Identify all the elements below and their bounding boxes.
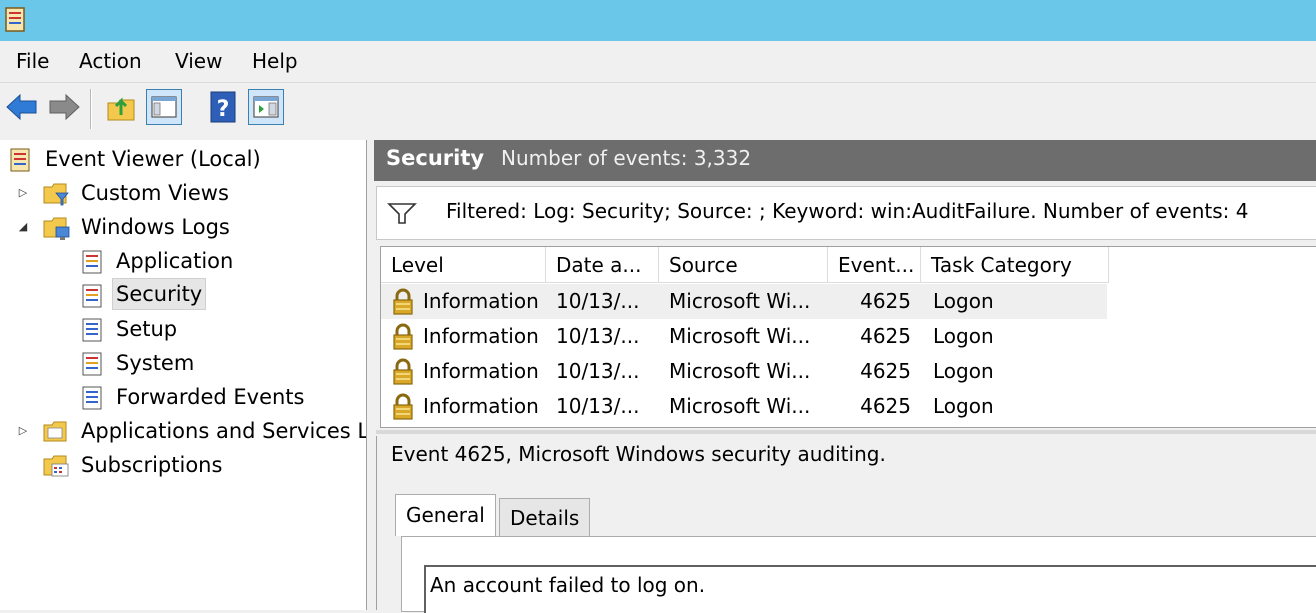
tree-label: Application: [116, 249, 234, 273]
filter-folder-icon: [42, 181, 69, 207]
cell-date: 10/13/...: [556, 394, 640, 418]
event-viewer-icon: [8, 147, 34, 173]
log-file-icon: [80, 385, 106, 411]
column-header-event-id[interactable]: Event...: [828, 247, 921, 283]
expand-arrow-icon[interactable]: ▷: [16, 415, 30, 447]
help-icon[interactable]: ?: [206, 89, 242, 125]
windows-folder-icon: [42, 215, 70, 241]
tree-label: Custom Views: [81, 181, 229, 205]
column-header-date[interactable]: Date a...: [546, 247, 659, 283]
log-file-icon: [80, 317, 106, 343]
audit-lock-icon: [391, 393, 415, 426]
expand-arrow-icon[interactable]: ▷: [16, 177, 30, 209]
forward-arrow-icon[interactable]: [46, 89, 82, 125]
event-count: Number of events: 3,332: [501, 146, 752, 170]
console-tree: Event Viewer (Local) ▷ Custom Views ◢ Wi…: [0, 140, 367, 610]
toolbar: ?: [0, 83, 1316, 138]
svg-text:?: ?: [217, 97, 230, 122]
column-header-level[interactable]: Level: [381, 247, 546, 283]
audit-lock-icon: [391, 288, 415, 321]
log-title: Security: [386, 146, 485, 170]
tree-label: System: [116, 351, 195, 375]
table-row[interactable]: Information 10/13/... Microsoft Wi... 46…: [381, 284, 1107, 319]
event-description: An account failed to log on.: [430, 573, 706, 597]
audit-lock-icon: [391, 323, 415, 356]
show-hide-action-pane-icon[interactable]: [248, 89, 284, 125]
log-file-icon: [80, 351, 106, 377]
tree-item-setup[interactable]: Setup: [0, 313, 366, 345]
cell-source: Microsoft Wi...: [669, 394, 811, 418]
toolbar-separator: [90, 89, 92, 129]
cell-level: Information: [423, 394, 539, 418]
subscriptions-icon: [42, 453, 69, 479]
tree-label: Applications and Services Lo: [81, 419, 367, 443]
tree-item-windows-logs[interactable]: ◢ Windows Logs: [0, 211, 366, 243]
cell-event-id: 4625: [860, 359, 911, 383]
event-description-box[interactable]: An account failed to log on.: [424, 565, 1316, 613]
log-file-icon: [80, 283, 106, 309]
menu-file[interactable]: File: [13, 48, 52, 75]
menu-view[interactable]: View: [172, 48, 225, 75]
menu-bar: File Action View Help: [0, 41, 1316, 83]
funnel-filter-icon: [387, 202, 417, 231]
cell-task-category: Logon: [933, 324, 994, 348]
tree-label: Setup: [116, 317, 178, 341]
column-header-source[interactable]: Source: [659, 247, 828, 283]
title-bar: [0, 0, 1316, 41]
tree-item-applications-and-services[interactable]: ▷ Applications and Services Lo: [0, 415, 366, 447]
audit-lock-icon: [391, 358, 415, 391]
tree-item-security[interactable]: Security: [0, 278, 366, 311]
up-folder-icon[interactable]: [104, 89, 140, 125]
tree-item-application[interactable]: Application: [0, 245, 366, 277]
cell-event-id: 4625: [860, 324, 911, 348]
events-table: Level Date a... Source Event... Task Cat…: [380, 246, 1316, 428]
cell-date: 10/13/...: [556, 289, 640, 313]
tree-label: Windows Logs: [81, 215, 230, 239]
cell-source: Microsoft Wi...: [669, 289, 811, 313]
event-detail-pane: Event 4625, Microsoft Windows security a…: [376, 436, 1316, 613]
folder-icon: [42, 419, 68, 445]
general-tab-content: An account failed to log on.: [401, 536, 1316, 613]
event-detail-title: Event 4625, Microsoft Windows security a…: [391, 442, 886, 466]
tree-item-forwarded-events[interactable]: Forwarded Events: [0, 381, 366, 413]
tree-label: Security: [112, 278, 207, 310]
tree-label: Subscriptions: [81, 453, 223, 477]
cell-task-category: Logon: [933, 359, 994, 383]
cell-level: Information: [423, 324, 539, 348]
cell-date: 10/13/...: [556, 359, 640, 383]
cell-event-id: 4625: [860, 394, 911, 418]
pane-splitter[interactable]: [376, 430, 1316, 434]
filter-description: Filtered: Log: Security; Source: ; Keywo…: [446, 199, 1249, 223]
cell-source: Microsoft Wi...: [669, 324, 811, 348]
cell-date: 10/13/...: [556, 324, 640, 348]
menu-help[interactable]: Help: [249, 48, 301, 75]
tree-item-custom-views[interactable]: ▷ Custom Views: [0, 177, 366, 209]
cell-level: Information: [423, 289, 539, 313]
cell-task-category: Logon: [933, 394, 994, 418]
tree-label: Event Viewer (Local): [45, 147, 261, 171]
cell-source: Microsoft Wi...: [669, 359, 811, 383]
tree-item-subscriptions[interactable]: Subscriptions: [0, 449, 366, 481]
collapse-arrow-icon[interactable]: ◢: [16, 211, 30, 243]
tree-item-event-viewer-local[interactable]: Event Viewer (Local): [0, 143, 366, 175]
cell-task-category: Logon: [933, 289, 994, 313]
results-pane: Security Number of events: 3,332 Filtere…: [372, 140, 1316, 613]
tree-item-system[interactable]: System: [0, 347, 366, 379]
log-header-bar: Security Number of events: 3,332: [374, 140, 1316, 181]
cell-event-id: 4625: [860, 289, 911, 313]
cell-level: Information: [423, 359, 539, 383]
menu-action[interactable]: Action: [76, 48, 145, 75]
log-file-icon: [80, 249, 106, 275]
tab-general[interactable]: General: [395, 494, 496, 536]
table-row[interactable]: Information 10/13/... Microsoft Wi... 46…: [381, 319, 1107, 354]
tree-label: Forwarded Events: [116, 385, 305, 409]
table-row[interactable]: Information 10/13/... Microsoft Wi... 46…: [381, 354, 1107, 389]
filter-bar: Filtered: Log: Security; Source: ; Keywo…: [376, 186, 1316, 240]
column-header-task-category[interactable]: Task Category: [921, 247, 1109, 283]
event-viewer-app-icon[interactable]: [4, 6, 28, 34]
back-arrow-icon[interactable]: [4, 89, 40, 125]
tab-details[interactable]: Details: [499, 498, 591, 536]
show-hide-console-tree-icon[interactable]: [146, 89, 182, 125]
table-row[interactable]: Information 10/13/... Microsoft Wi... 46…: [381, 389, 1107, 424]
